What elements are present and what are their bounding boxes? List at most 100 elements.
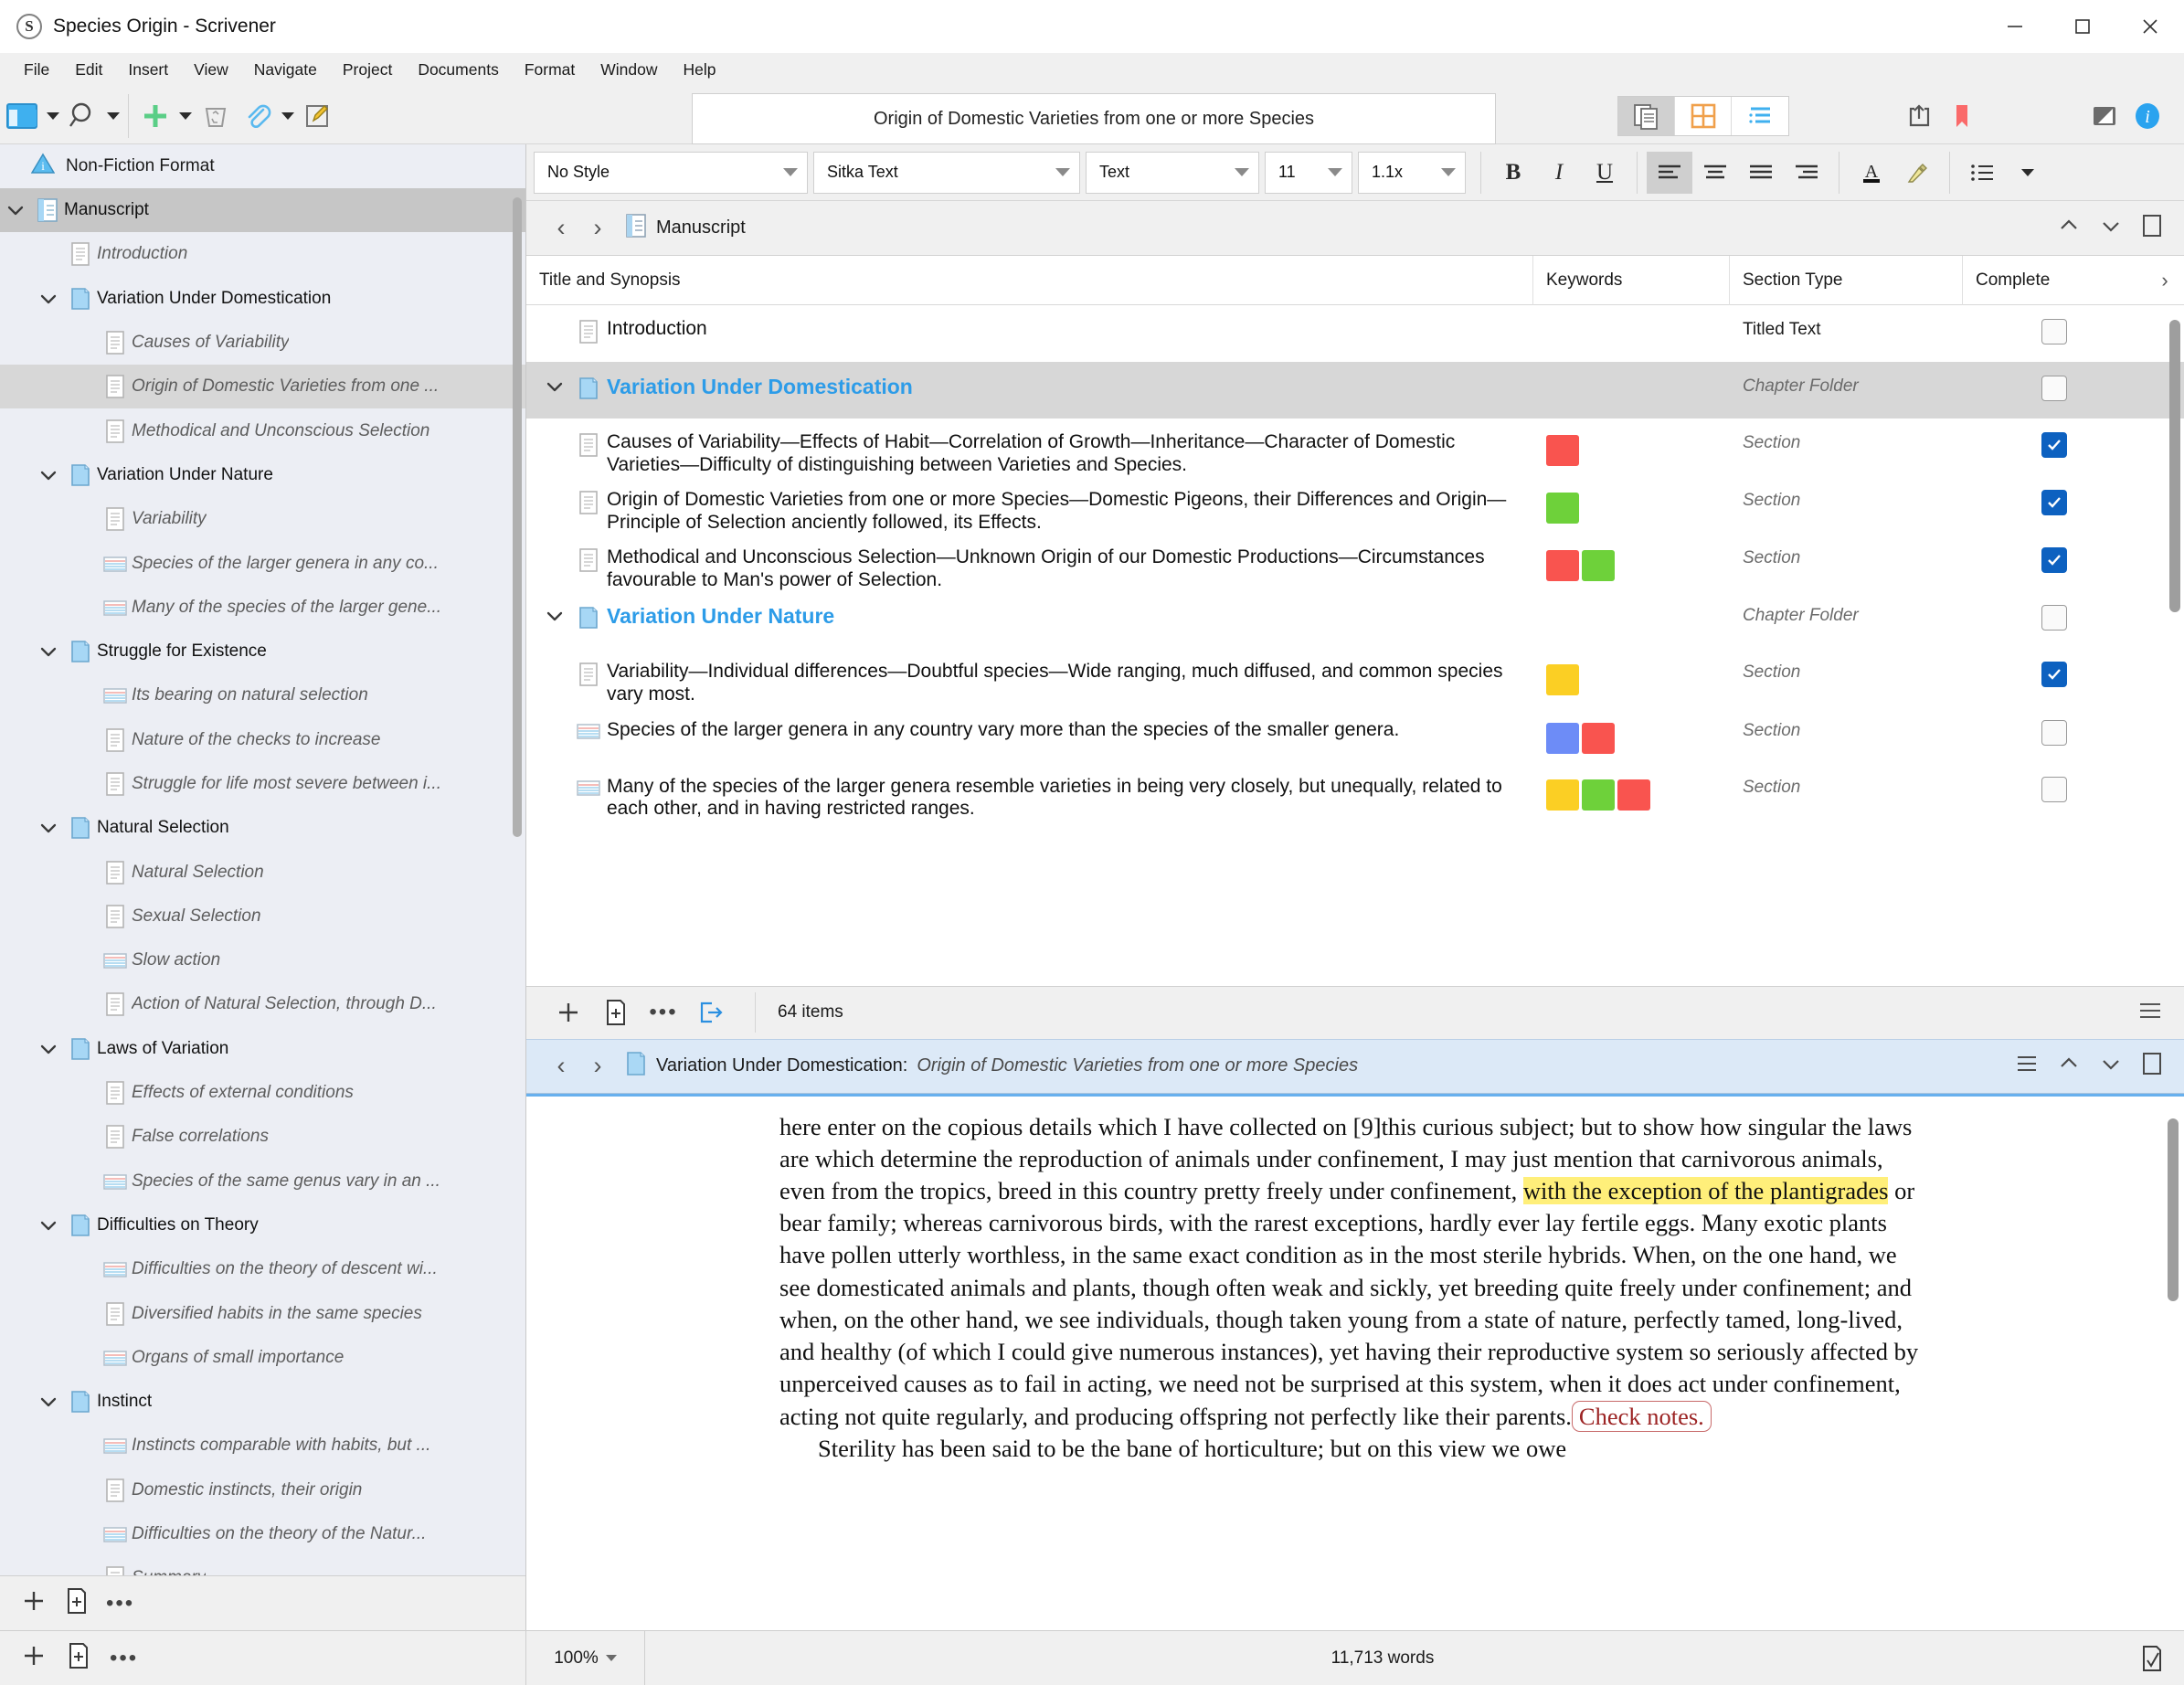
binder-item-31[interactable]: Summary [0,1556,525,1575]
layout-chevron-down-icon[interactable] [44,95,62,137]
complete-checkbox[interactable] [2041,319,2067,344]
minimize-button[interactable] [1981,0,2049,53]
binder-item-26[interactable]: Organs of small importance [0,1336,525,1380]
text-options-icon[interactable] [2014,1053,2040,1079]
menu-project[interactable]: Project [330,57,405,84]
binder-scrollbar[interactable] [513,197,522,837]
binder-item-16[interactable]: Sexual Selection [0,895,525,938]
chevron-down-icon[interactable] [33,289,64,309]
compose-icon[interactable] [297,95,339,137]
outliner-row[interactable]: Methodical and Unconscious Selection—Unk… [526,534,2184,591]
outliner-back-button[interactable]: ‹ [543,207,579,249]
bold-button[interactable]: B [1490,152,1536,194]
binder-item-1[interactable]: Introduction [0,232,525,276]
completion-check-icon[interactable] [2120,1631,2184,1685]
add-plus-icon[interactable] [20,1642,48,1674]
search-icon[interactable] [62,95,104,137]
layout-panels-icon[interactable] [0,95,44,137]
binder-item-23[interactable]: Difficulties on Theory [0,1203,525,1247]
chevron-down-icon[interactable] [33,1039,64,1059]
editor-forward-button[interactable]: › [579,1045,616,1087]
italic-button[interactable]: I [1536,152,1582,194]
column-header-title[interactable]: Title and Synopsis [526,256,1533,305]
outliner-row[interactable]: Causes of Variability—Effects of Habit—C… [526,419,2184,476]
binder-item-25[interactable]: Diversified habits in the same species [0,1291,525,1335]
binder-item-27[interactable]: Instinct [0,1380,525,1424]
outliner-cell-section-type[interactable]: Section [1730,763,1963,821]
document-title-field[interactable]: Origin of Domestic Varieties from one or… [692,93,1496,144]
scrivenings-view-icon[interactable] [1618,97,1675,135]
menu-help[interactable]: Help [671,57,729,84]
font-select[interactable]: Sitka Text [813,152,1080,194]
editor-text-pane[interactable]: here enter on the copious details which … [526,1097,2184,1630]
add-document-icon[interactable] [66,1641,91,1675]
binder-item-22[interactable]: Species of the same genus vary in an ... [0,1160,525,1203]
search-chevron-down-icon[interactable] [104,95,122,137]
column-header-sectiontype[interactable]: Section Type [1730,256,1963,305]
complete-checkbox[interactable] [2041,376,2067,401]
menu-format[interactable]: Format [512,57,588,84]
chevron-down-icon[interactable] [539,604,570,626]
outliner-cell-section-type[interactable]: Section [1730,476,1963,534]
highlighter-icon[interactable] [1894,152,1940,194]
add-document-icon[interactable] [592,989,640,1036]
binder-item-3[interactable]: Causes of Variability [0,321,525,365]
binder-item-12[interactable]: Nature of the checks to increase [0,718,525,762]
outliner-forward-button[interactable]: › [579,207,616,249]
binder-item-29[interactable]: Domestic instincts, their origin [0,1468,525,1512]
move-down-icon[interactable] [2098,1052,2124,1080]
binder-item-30[interactable]: Difficulties on the theory of the Natur.… [0,1512,525,1556]
chevron-down-icon[interactable] [33,641,64,662]
bullet-list-icon[interactable] [1959,152,2005,194]
binder-item-11[interactable]: Its bearing on natural selection [0,673,525,717]
align-justify-icon[interactable] [1738,152,1784,194]
add-plus-icon[interactable] [20,1587,48,1619]
menu-file[interactable]: File [11,57,62,84]
menu-window[interactable]: Window [588,57,670,84]
chevron-right-icon[interactable]: › [2146,256,2184,305]
binder-item-5[interactable]: Methodical and Unconscious Selection [0,408,525,452]
binder-item-24[interactable]: Difficulties on the theory of descent wi… [0,1247,525,1291]
binder-item-19[interactable]: Laws of Variation [0,1027,525,1071]
complete-checkbox[interactable] [2041,720,2067,746]
paragraph-style-select[interactable]: Text [1086,152,1259,194]
binder-item-18[interactable]: Action of Natural Selection, through D..… [0,982,525,1026]
split-editor-icon[interactable] [2140,213,2164,243]
binder-item-6[interactable]: Variation Under Nature [0,453,525,497]
more-options-icon[interactable]: ••• [640,989,687,1036]
outliner-row[interactable]: Species of the larger genera in any coun… [526,706,2184,763]
binder-item-0[interactable]: Manuscript [0,188,525,232]
outliner-cell-section-type[interactable]: Section [1730,706,1963,763]
bookmark-icon[interactable] [1941,95,1983,137]
outliner-row[interactable]: IntroductionTitled Text [526,305,2184,362]
outliner-row[interactable]: Origin of Domestic Varieties from one or… [526,476,2184,534]
outliner-view-icon[interactable] [1732,97,1788,135]
binder-item-15[interactable]: Natural Selection [0,850,525,894]
complete-checkbox[interactable] [2041,605,2067,631]
zoom-select[interactable]: 100% [526,1631,645,1685]
underline-button[interactable]: U [1582,152,1627,194]
menu-navigate[interactable]: Navigate [241,57,330,84]
complete-checkbox[interactable] [2041,662,2067,687]
outliner-cell-section-type[interactable]: Section [1730,648,1963,705]
outliner-options-icon[interactable] [2136,1000,2184,1026]
complete-checkbox[interactable] [2041,490,2067,515]
binder-format-header[interactable]: i Non-Fiction Format [0,144,525,188]
align-left-icon[interactable] [1647,152,1692,194]
complete-checkbox[interactable] [2041,432,2067,458]
outliner-cell-section-type[interactable]: Chapter Folder [1730,591,1963,648]
binder-item-21[interactable]: False correlations [0,1115,525,1159]
close-button[interactable] [2116,0,2184,53]
share-icon[interactable] [1899,95,1941,137]
move-down-icon[interactable] [2098,214,2124,242]
editor-text[interactable]: here enter on the copious details which … [779,1111,1931,1466]
binder-item-20[interactable]: Effects of external conditions [0,1071,525,1115]
complete-checkbox[interactable] [2041,777,2067,802]
chevron-down-icon[interactable] [539,375,570,397]
outliner-cell-section-type[interactable]: Section [1730,534,1963,591]
move-up-icon[interactable] [2056,214,2082,242]
add-chevron-down-icon[interactable] [176,95,195,137]
outliner-row[interactable]: Variability—Individual differences—Doubt… [526,648,2184,705]
outliner-row[interactable]: Variation Under DomesticationChapter Fol… [526,362,2184,419]
column-header-keywords[interactable]: Keywords [1533,256,1730,305]
